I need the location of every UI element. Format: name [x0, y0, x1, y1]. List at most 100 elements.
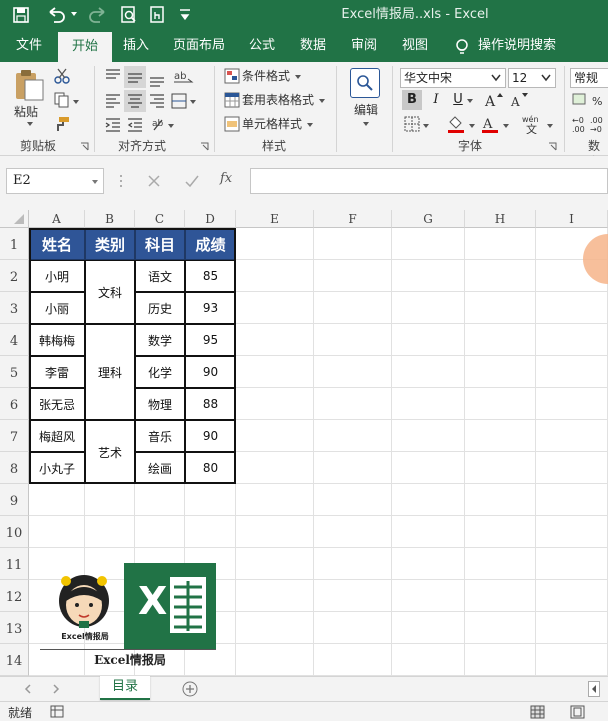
cell-category-merged[interactable]: 文科 — [85, 260, 135, 324]
row-header-11[interactable]: 11 — [0, 548, 29, 580]
font-name-select[interactable]: 华文中宋 — [400, 68, 506, 88]
row-header-6[interactable]: 6 — [0, 388, 29, 420]
tab-page-layout[interactable]: 页面布局 — [166, 30, 232, 62]
paste-dropdown-icon[interactable] — [26, 120, 34, 128]
tab-file[interactable]: 文件 — [4, 30, 54, 62]
sheet-tab-catalog[interactable]: 目录 — [100, 676, 150, 700]
decimal-icon[interactable]: ←0 .00 .00 →0 — [572, 114, 608, 134]
cell-score[interactable]: 88 — [185, 388, 236, 420]
cell-name[interactable]: 小明 — [29, 260, 85, 292]
column-header-a[interactable]: A — [29, 210, 85, 228]
chevron-down-icon[interactable] — [422, 122, 430, 130]
search-box[interactable] — [350, 68, 380, 98]
horizontal-align-icons[interactable] — [102, 90, 198, 112]
cell-name[interactable]: 小丸子 — [29, 452, 85, 484]
cell-name[interactable]: 张无忌 — [29, 388, 85, 420]
cell-name[interactable]: 李雷 — [29, 356, 85, 388]
macro-record-icon[interactable] — [50, 705, 66, 719]
save-icon[interactable] — [12, 6, 30, 24]
column-header-b[interactable]: B — [85, 210, 135, 228]
chevron-down-icon[interactable] — [466, 97, 474, 105]
chevron-down-icon[interactable] — [318, 97, 326, 105]
insert-function-button[interactable]: fx — [220, 171, 232, 186]
chevron-down-icon[interactable] — [546, 122, 554, 130]
row-header-13[interactable]: 13 — [0, 612, 29, 644]
increase-font-icon[interactable]: A — [484, 91, 504, 109]
copy-dropdown-icon[interactable] — [72, 98, 80, 106]
chevron-down-icon[interactable] — [468, 122, 476, 130]
row-header-4[interactable]: 4 — [0, 324, 29, 356]
cell-score[interactable]: 95 — [185, 324, 236, 356]
horizontal-scroll-left[interactable] — [588, 681, 600, 697]
border-icon[interactable] — [404, 116, 420, 132]
cancel-icon[interactable] — [146, 173, 162, 189]
conditional-format-icon[interactable] — [224, 68, 240, 84]
header-score[interactable]: 成绩 — [185, 228, 236, 260]
underline-button[interactable]: U — [450, 90, 466, 110]
column-header-c[interactable]: C — [135, 210, 185, 228]
decrease-font-icon[interactable]: A — [510, 91, 530, 109]
prev-sheet-icon[interactable] — [24, 684, 32, 694]
print-preview-icon[interactable] — [120, 5, 138, 25]
chevron-down-icon[interactable] — [362, 120, 370, 128]
add-sheet-icon[interactable] — [182, 681, 198, 697]
vertical-align-icons[interactable]: ab — [102, 66, 198, 88]
row-header-3[interactable]: 3 — [0, 292, 29, 324]
number-format-select[interactable]: 常规 — [570, 68, 608, 88]
row-header-5[interactable]: 5 — [0, 356, 29, 388]
conditional-format-button[interactable]: 条件格式 — [242, 66, 290, 86]
cell-subject[interactable]: 数学 — [135, 324, 185, 356]
tab-view[interactable]: 视图 — [392, 30, 438, 62]
customize-icon[interactable] — [178, 8, 192, 22]
table-format-icon[interactable] — [224, 92, 240, 108]
cell-name[interactable]: 小丽 — [29, 292, 85, 324]
cell-category-merged[interactable]: 理科 — [85, 324, 135, 420]
alignment-launcher-icon[interactable] — [200, 142, 209, 151]
header-subject[interactable]: 科目 — [135, 228, 185, 260]
cell-score[interactable]: 85 — [185, 260, 236, 292]
format-painter-icon[interactable] — [54, 116, 70, 132]
formula-bar-grip-icon[interactable] — [118, 173, 124, 189]
cell-subject[interactable]: 化学 — [135, 356, 185, 388]
copy-icon[interactable] — [54, 92, 70, 108]
row-header-1[interactable]: 1 — [0, 228, 29, 260]
row-header-10[interactable]: 10 — [0, 516, 29, 548]
cell-subject[interactable]: 绘画 — [135, 452, 185, 484]
worksheet-grid[interactable]: ABCDEFGHI 1 2 3 4 5 6 7 8 9 10 11 12 13 14 姓名 类别 科目 成绩 小明… — [0, 210, 608, 680]
row-header-8[interactable]: 8 — [0, 452, 29, 484]
chevron-down-icon[interactable] — [306, 121, 314, 129]
formula-input[interactable] — [250, 168, 608, 194]
row-header-2[interactable]: 2 — [0, 260, 29, 292]
row-header-14[interactable]: 14 — [0, 644, 29, 676]
italic-button[interactable]: I — [426, 90, 446, 110]
tell-me-search[interactable]: 操作说明搜索 — [478, 30, 566, 62]
header-category[interactable]: 类别 — [85, 228, 135, 260]
currency-icon[interactable]: % — [572, 92, 608, 110]
chevron-down-icon[interactable] — [502, 122, 510, 130]
enter-icon[interactable] — [184, 173, 200, 189]
column-header-i[interactable]: I — [536, 210, 608, 228]
cell-subject[interactable]: 历史 — [135, 292, 185, 324]
tab-review[interactable]: 审阅 — [340, 30, 388, 62]
cell-subject[interactable]: 物理 — [135, 388, 185, 420]
cell-score[interactable]: 93 — [185, 292, 236, 324]
font-size-select[interactable]: 12 — [508, 68, 556, 88]
page-layout-view-icon[interactable] — [570, 705, 586, 719]
tab-home[interactable]: 开始 — [58, 32, 112, 62]
cell-score[interactable]: 90 — [185, 356, 236, 388]
tab-insert[interactable]: 插入 — [112, 30, 160, 62]
touch-mode-icon[interactable] — [148, 5, 166, 25]
normal-view-icon[interactable] — [530, 705, 546, 719]
clipboard-launcher-icon[interactable] — [80, 142, 89, 151]
fill-color-icon[interactable] — [446, 114, 466, 134]
bold-button[interactable]: B — [402, 90, 422, 110]
indent-icons[interactable]: ab — [102, 114, 198, 136]
cell-styles-button[interactable]: 单元格样式 — [242, 114, 302, 134]
cell-category-merged[interactable]: 艺术 — [85, 420, 135, 484]
undo-dropdown-icon[interactable] — [70, 10, 78, 18]
column-header-g[interactable]: G — [392, 210, 465, 228]
tab-formulas[interactable]: 公式 — [240, 30, 284, 62]
column-header-h[interactable]: H — [465, 210, 536, 228]
select-all-button[interactable] — [0, 210, 29, 228]
cell-styles-icon[interactable] — [224, 116, 240, 132]
